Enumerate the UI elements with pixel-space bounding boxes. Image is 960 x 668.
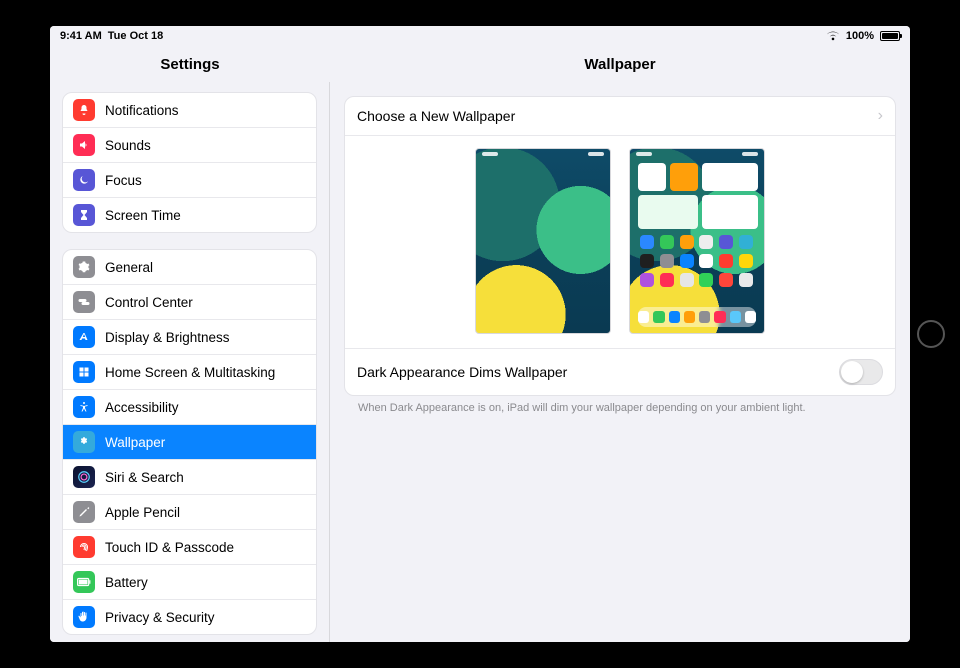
- home-button[interactable]: [917, 320, 945, 348]
- pencil-icon: [73, 501, 95, 523]
- sidebar-item-sounds[interactable]: Sounds: [63, 127, 316, 162]
- sidebar-item-wallpaper[interactable]: Wallpaper: [63, 424, 316, 459]
- sidebar-item-accessibility[interactable]: Accessibility: [63, 389, 316, 424]
- sidebar-item-general[interactable]: General: [63, 250, 316, 284]
- speaker-icon: [73, 134, 95, 156]
- sidebar-item-privacy-security[interactable]: Privacy & Security: [63, 599, 316, 634]
- gear-icon: [73, 256, 95, 278]
- dark-appearance-toggle[interactable]: [839, 359, 883, 385]
- text-size-icon: [73, 326, 95, 348]
- sidebar-item-label: Control Center: [105, 295, 193, 310]
- sidebar-group-2: General Control Center Display & Brightn…: [62, 249, 317, 635]
- sidebar-item-screen-time[interactable]: Screen Time: [63, 197, 316, 232]
- sidebar-group-1: Notifications Sounds Focus: [62, 92, 317, 233]
- dark-appearance-row: Dark Appearance Dims Wallpaper: [345, 348, 895, 395]
- choose-new-wallpaper-row[interactable]: Choose a New Wallpaper ›: [345, 97, 895, 135]
- dark-appearance-footer: When Dark Appearance is on, iPad will di…: [344, 396, 896, 414]
- sidebar-item-home-multitasking[interactable]: Home Screen & Multitasking: [63, 354, 316, 389]
- sidebar-item-label: Apple Pencil: [105, 505, 180, 520]
- title-bar: Settings Wallpaper: [50, 46, 910, 82]
- sidebar-item-display-brightness[interactable]: Display & Brightness: [63, 319, 316, 354]
- wallpaper-previews: [345, 135, 895, 348]
- flower-icon: [73, 431, 95, 453]
- status-date: Tue Oct 18: [108, 30, 163, 42]
- sidebar-item-label: Siri & Search: [105, 470, 184, 485]
- bell-icon: [73, 99, 95, 121]
- siri-icon: [73, 466, 95, 488]
- sidebar-item-label: Wallpaper: [105, 435, 165, 450]
- status-time: 9:41 AM: [60, 30, 102, 42]
- sidebar-item-battery[interactable]: Battery: [63, 564, 316, 599]
- ipad-frame: 9:41 AM Tue Oct 18 100% Settings Wallpap…: [0, 0, 960, 668]
- screen: 9:41 AM Tue Oct 18 100% Settings Wallpap…: [50, 26, 910, 642]
- chevron-right-icon: ›: [878, 107, 883, 125]
- hourglass-icon: [73, 204, 95, 226]
- battery-icon: [73, 571, 95, 593]
- sidebar-item-touchid-passcode[interactable]: Touch ID & Passcode: [63, 529, 316, 564]
- choose-label: Choose a New Wallpaper: [357, 108, 515, 124]
- page-title: Wallpaper: [330, 56, 910, 73]
- sidebar-item-label: Battery: [105, 575, 148, 590]
- sidebar-item-control-center[interactable]: Control Center: [63, 284, 316, 319]
- sidebar-item-focus[interactable]: Focus: [63, 162, 316, 197]
- dark-appearance-label: Dark Appearance Dims Wallpaper: [357, 364, 567, 380]
- sidebar-item-notifications[interactable]: Notifications: [63, 93, 316, 127]
- sidebar-item-label: Sounds: [105, 138, 151, 153]
- wallpaper-card: Choose a New Wallpaper ›: [344, 96, 896, 396]
- wifi-icon: [826, 31, 840, 41]
- sidebar-item-label: Notifications: [105, 103, 179, 118]
- apps-grid-icon: [73, 361, 95, 383]
- settings-sidebar[interactable]: Notifications Sounds Focus: [50, 82, 330, 642]
- battery-percent: 100%: [846, 30, 874, 42]
- status-bar: 9:41 AM Tue Oct 18 100%: [50, 26, 910, 46]
- sidebar-item-label: Display & Brightness: [105, 330, 230, 345]
- accessibility-icon: [73, 396, 95, 418]
- homescreen-preview[interactable]: [629, 148, 765, 334]
- sidebar-item-siri-search[interactable]: Siri & Search: [63, 459, 316, 494]
- sidebar-item-label: Touch ID & Passcode: [105, 540, 234, 555]
- sidebar-item-label: Home Screen & Multitasking: [105, 365, 275, 380]
- lockscreen-preview[interactable]: [475, 148, 611, 334]
- sidebar-title: Settings: [50, 56, 330, 73]
- sidebar-item-label: Screen Time: [105, 208, 181, 223]
- toggles-icon: [73, 291, 95, 313]
- moon-icon: [73, 169, 95, 191]
- sidebar-item-label: Focus: [105, 173, 142, 188]
- sidebar-item-label: Privacy & Security: [105, 610, 215, 625]
- hand-icon: [73, 606, 95, 628]
- fingerprint-icon: [73, 536, 95, 558]
- sidebar-item-apple-pencil[interactable]: Apple Pencil: [63, 494, 316, 529]
- sidebar-item-label: Accessibility: [105, 400, 179, 415]
- sidebar-item-label: General: [105, 260, 153, 275]
- battery-icon: [880, 31, 900, 41]
- wallpaper-detail: Choose a New Wallpaper ›: [330, 82, 910, 642]
